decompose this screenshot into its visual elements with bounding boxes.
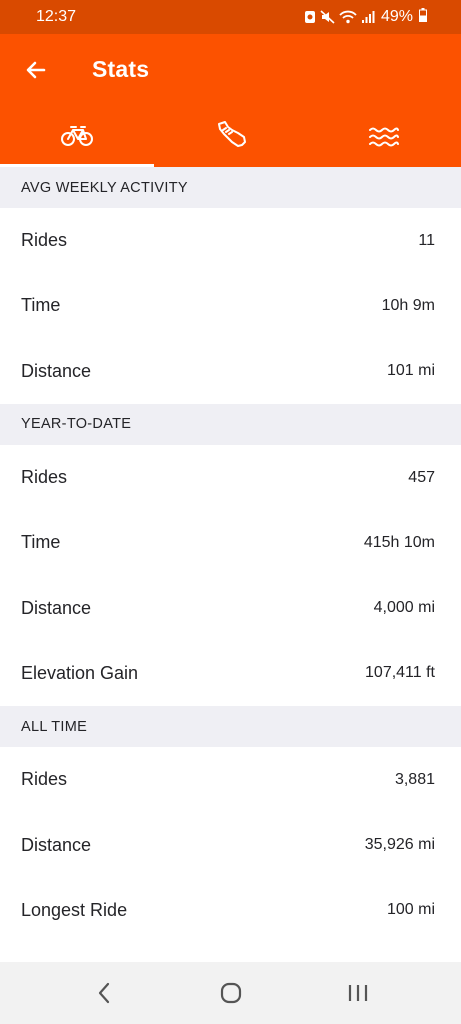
status-icons [304, 10, 375, 24]
stat-label: Distance [21, 360, 92, 381]
notification-icon [304, 10, 316, 24]
stat-row: Distance 35,926 mi [0, 812, 461, 878]
stat-value: 3,881 [394, 770, 435, 788]
stat-value: 457 [408, 468, 435, 486]
stat-row: Distance 101 mi [0, 338, 461, 404]
section-header-weekly: AVG WEEKLY ACTIVITY [0, 167, 461, 208]
stat-label: Rides [21, 769, 68, 790]
signal-icon [361, 10, 375, 24]
tab-swim[interactable] [307, 102, 461, 167]
back-nav-icon [98, 982, 109, 1004]
stat-value: 35,926 mi [364, 836, 435, 854]
nav-back-button[interactable] [74, 968, 134, 1018]
stat-row: Elevation Gain 107,411 ft [0, 640, 461, 707]
home-nav-icon [220, 982, 241, 1004]
stat-label: Time [21, 532, 61, 553]
activity-tabs [0, 102, 461, 167]
system-nav-bar [0, 962, 461, 1024]
stat-label: Distance [21, 597, 92, 618]
stat-label: Rides [21, 467, 68, 488]
stat-value: 100 mi [386, 901, 435, 919]
stat-row: Rides 3,881 [0, 747, 461, 813]
arrow-left-icon [26, 61, 46, 79]
status-right: 49% [304, 7, 427, 27]
stat-label: Distance [21, 834, 92, 855]
stat-row: Rides 11 [0, 208, 461, 274]
status-bar: 12:37 49% [0, 0, 461, 34]
status-time: 12:37 [36, 8, 77, 25]
section-header-all-time: ALL TIME [0, 706, 461, 748]
tab-run[interactable] [154, 102, 308, 167]
stat-value: 101 mi [386, 362, 435, 380]
back-button[interactable] [20, 54, 52, 86]
stat-value: 415h 10m [363, 533, 435, 551]
bike-icon [60, 125, 93, 146]
stat-label: Rides [21, 230, 68, 251]
stats-content: AVG WEEKLY ACTIVITY Rides 11 Time 10h 9m… [0, 167, 461, 943]
shoe-icon [217, 120, 246, 147]
page-title: Stats [92, 56, 150, 82]
recents-nav-icon [348, 985, 367, 1001]
stat-row: Longest Ride 100 mi [0, 877, 461, 943]
stat-row: Time 415h 10m [0, 510, 461, 576]
mute-icon [320, 10, 335, 24]
stat-value: 4,000 mi [373, 599, 435, 617]
stat-label: Longest Ride [21, 899, 128, 920]
stat-row: Distance 4,000 mi [0, 575, 461, 641]
battery-icon [419, 7, 427, 27]
app-bar: Stats [0, 34, 461, 167]
nav-home-button[interactable] [201, 968, 261, 1018]
wifi-icon [339, 10, 357, 24]
section-header-ytd: YEAR-TO-DATE [0, 403, 461, 445]
nav-recents-button[interactable] [328, 968, 388, 1018]
stat-value: 10h 9m [381, 296, 435, 314]
stat-label: Time [21, 295, 61, 316]
battery-text: 49% [380, 8, 413, 25]
stat-row: Time 10h 9m [0, 273, 461, 339]
swim-icon [369, 127, 400, 146]
stat-value: 11 [418, 231, 435, 249]
tab-ride[interactable] [0, 102, 154, 167]
stat-row: Rides 457 [0, 444, 461, 511]
stat-value: 107,411 ft [365, 664, 435, 682]
stat-label: Elevation Gain [21, 662, 139, 683]
